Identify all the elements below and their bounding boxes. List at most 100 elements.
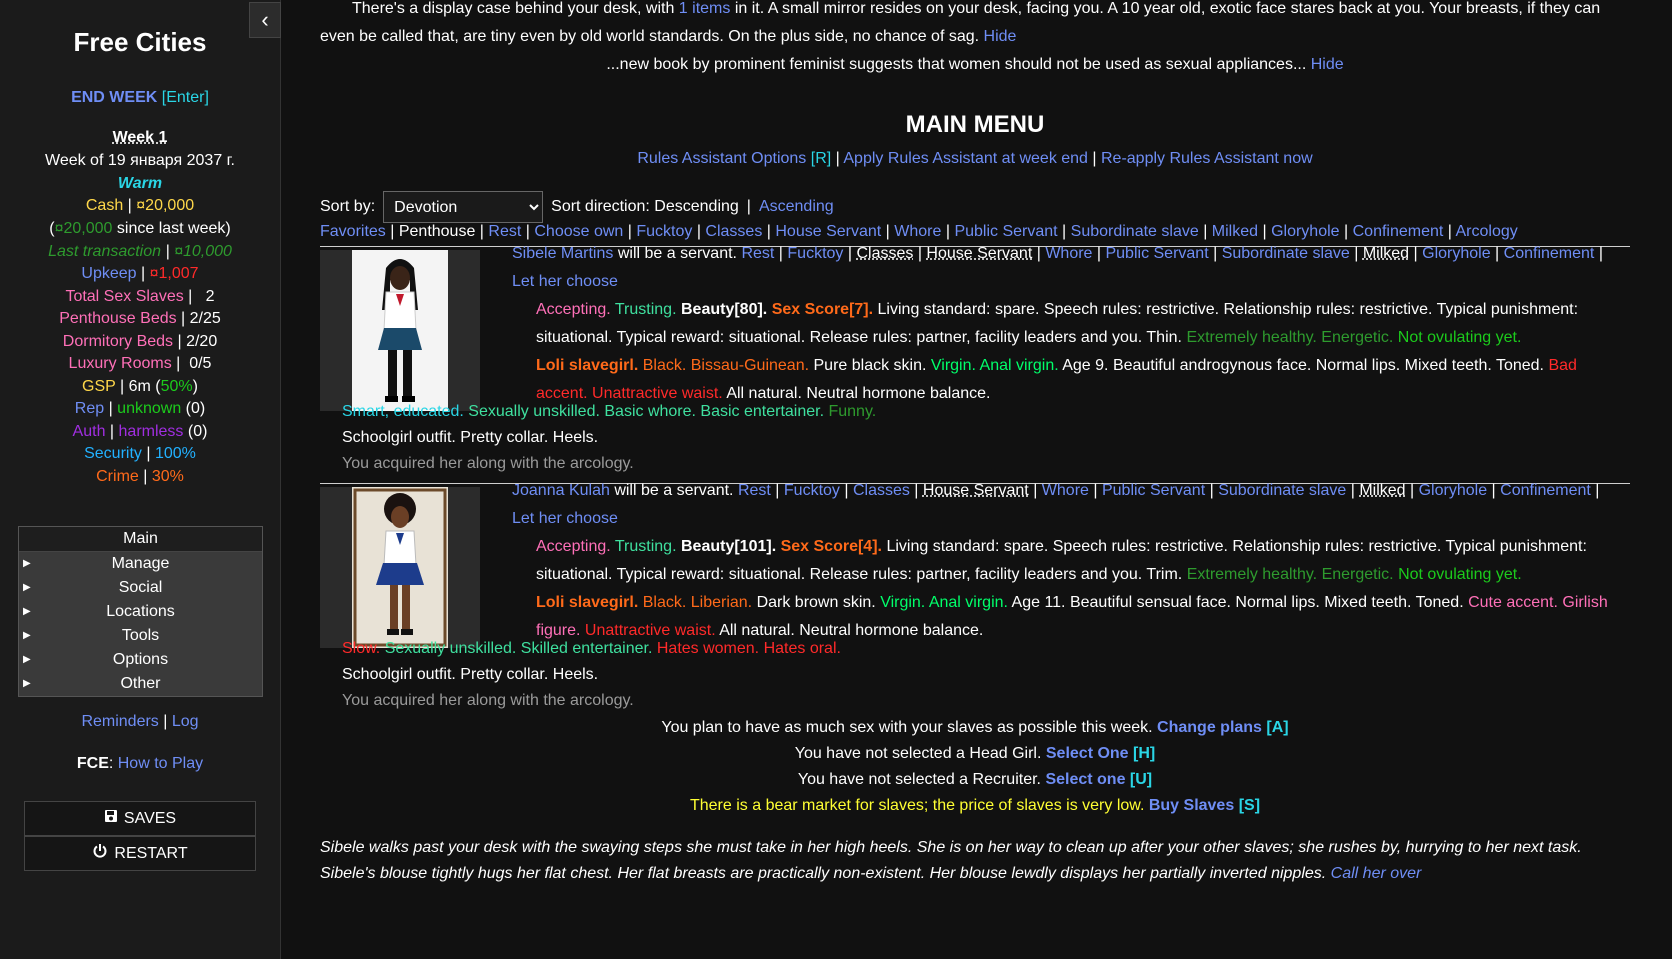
filter-rest[interactable]: Rest — [488, 223, 521, 240]
assign-fucktoy[interactable]: Fucktoy — [787, 245, 843, 262]
caret-right-icon: ▶ — [23, 606, 31, 617]
assign-whore[interactable]: Whore — [1045, 245, 1092, 262]
sidebar: ‹ Free Cities END WEEK [Enter] Week 1 We… — [0, 0, 281, 959]
assign-gloryhole[interactable]: Gloryhole — [1419, 482, 1487, 499]
date-label: Week of 19 января 2037 г. — [45, 152, 235, 169]
weather-label: Warm — [117, 175, 163, 192]
hide-mirror-link[interactable]: Hide — [984, 28, 1017, 45]
security-link[interactable]: Security — [84, 445, 142, 462]
penthouse-beds-row: Penthouse Beds | 2/25 — [59, 310, 221, 327]
reapply-rules-link[interactable]: Re-apply Rules Assistant now — [1101, 150, 1313, 167]
filter-whore[interactable]: Whore — [894, 223, 941, 240]
items-link[interactable]: 1 items — [679, 0, 731, 17]
slave-entry: Joanna Kulah will be a servant. Rest | F… — [512, 477, 1622, 645]
security-value: 100% — [154, 445, 196, 462]
select-recruiter-link[interactable]: Select one — [1045, 771, 1125, 788]
assign-let-her-choose[interactable]: Let her — [512, 510, 562, 527]
rep-link[interactable]: Rep — [75, 400, 104, 417]
menu-social[interactable]: ▶ Social — [19, 576, 262, 600]
menu-other[interactable]: ▶ Other — [19, 672, 262, 696]
desk-description-cont: even be called that, are tiny even by ol… — [320, 28, 1017, 45]
apply-rules-link[interactable]: Apply Rules Assistant at week end — [843, 150, 1088, 167]
filter-milked[interactable]: Milked — [1212, 223, 1258, 240]
upkeep-value: ¤1,007 — [149, 265, 199, 282]
cash-change: ¤20,000 — [54, 220, 113, 237]
slave-portrait[interactable] — [320, 250, 480, 411]
assign-rest[interactable]: Rest — [738, 482, 771, 499]
filter-subordinate-slave[interactable]: Subordinate slave — [1071, 223, 1199, 240]
assign-subordinate-slave[interactable]: Subordinate slave — [1218, 482, 1346, 499]
menu-locations[interactable]: ▶ Locations — [19, 600, 262, 624]
crime-link[interactable]: Crime — [96, 468, 139, 485]
hide-news-link[interactable]: Hide — [1311, 56, 1344, 73]
menu-manage[interactable]: ▶ Manage — [19, 552, 262, 576]
filter-gloryhole[interactable]: Gloryhole — [1271, 223, 1339, 240]
rules-assistant-options-link[interactable]: Rules Assistant Options — [637, 150, 806, 167]
caret-right-icon: ▶ — [23, 582, 31, 593]
assign-fucktoy[interactable]: Fucktoy — [784, 482, 840, 499]
end-week-key: [Enter] — [161, 89, 209, 106]
end-week-row: END WEEK [Enter] — [0, 86, 280, 110]
recruiter-row: You have not selected a Recruiter. Selec… — [797, 771, 1153, 788]
assign-public-servant[interactable]: Public Servant — [1102, 482, 1205, 499]
reminders-log-row: Reminders | Log — [81, 713, 199, 730]
slave-name-link[interactable]: Joanna Kulah — [512, 482, 610, 499]
portrait-image — [352, 250, 448, 411]
filter-arcology[interactable]: Arcology — [1456, 223, 1518, 240]
saves-button[interactable]: SAVES — [24, 801, 256, 836]
filter-penthouse[interactable]: Penthouse — [399, 223, 476, 240]
filter-favorites[interactable]: Favorites — [320, 223, 386, 240]
menu-tools[interactable]: ▶ Tools — [19, 624, 262, 648]
restart-button[interactable]: RESTART — [24, 836, 256, 871]
rep-row: Rep | unknown (0) — [74, 400, 206, 417]
log-link[interactable]: Log — [172, 713, 199, 730]
filter-public-servant[interactable]: Public Servant — [954, 223, 1057, 240]
menu-main[interactable]: Main — [19, 527, 262, 552]
market-row: There is a bear market for slaves; the p… — [689, 797, 1261, 814]
sex-slaves-value: 2 — [205, 288, 215, 305]
assign-let-her-choose-cont[interactable]: choose — [566, 510, 618, 527]
change-plans-link[interactable]: Change plans — [1157, 719, 1262, 736]
slave-name-link[interactable]: Sibele Martins — [512, 245, 613, 262]
slave-status: Accepting. Trusting. Beauty[80]. Sex Sco… — [536, 301, 1579, 346]
rep-value: unknown — [117, 400, 182, 417]
assign-let-her-choose[interactable]: Let — [512, 273, 534, 290]
assign-subordinate-slave[interactable]: Subordinate slave — [1222, 245, 1350, 262]
slave-outfit: Schoolgirl outfit. Pretty collar. Heels. — [342, 429, 599, 446]
buy-slaves-link[interactable]: Buy Slaves — [1149, 797, 1234, 814]
upkeep-link[interactable]: Upkeep — [81, 265, 136, 282]
call-her-over-link[interactable]: Call her over — [1331, 865, 1422, 882]
end-week-button[interactable]: END WEEK — [71, 89, 157, 106]
assign-whore[interactable]: Whore — [1042, 482, 1089, 499]
filter-confinement[interactable]: Confinement — [1353, 223, 1444, 240]
filter-choose-own[interactable]: Choose own — [534, 223, 623, 240]
assign-public-servant[interactable]: Public Servant — [1105, 245, 1208, 262]
slave-skills: Slow. Sexually unskilled. Skilled entert… — [342, 640, 841, 657]
assign-let-her-choose-cont[interactable]: her choose — [539, 273, 618, 290]
slave-status: Accepting. Trusting. Beauty[101]. Sex Sc… — [536, 538, 1587, 583]
upkeep-row: Upkeep | ¤1,007 — [81, 265, 199, 282]
how-to-play-link[interactable]: How to Play — [118, 755, 203, 772]
menu-options[interactable]: ▶ Options — [19, 648, 262, 672]
assign-house-servant: House Servant — [926, 245, 1033, 262]
select-head-girl-link[interactable]: Select One — [1046, 745, 1129, 762]
auth-row: Auth | harmless (0) — [72, 423, 208, 440]
assign-rest[interactable]: Rest — [741, 245, 774, 262]
reminders-link[interactable]: Reminders — [81, 713, 158, 730]
last-transaction-value: ¤10,000 — [174, 243, 232, 260]
slave-portrait[interactable] — [320, 487, 480, 648]
dormitory-beds-value: 2/20 — [186, 333, 218, 350]
assign-confinement[interactable]: Confinement — [1500, 482, 1591, 499]
assign-classes[interactable]: Classes — [853, 482, 910, 499]
filter-house-servant[interactable]: House Servant — [775, 223, 881, 240]
filter-classes[interactable]: Classes — [705, 223, 762, 240]
filter-fucktoy[interactable]: Fucktoy — [636, 223, 692, 240]
assign-gloryhole[interactable]: Gloryhole — [1422, 245, 1490, 262]
dormitory-beds-row: Dormitory Beds | 2/20 — [62, 333, 218, 350]
auth-link[interactable]: Auth — [73, 423, 106, 440]
event-text-line2: Sibele's blouse tightly hugs her flat ch… — [320, 865, 1422, 882]
assign-confinement[interactable]: Confinement — [1504, 245, 1595, 262]
last-transaction-row: Last transaction | ¤10,000 — [48, 243, 232, 260]
slave-assignment-row: Sibele Martins will be a servant. Rest |… — [512, 245, 1603, 290]
caret-right-icon: ▶ — [23, 630, 31, 641]
